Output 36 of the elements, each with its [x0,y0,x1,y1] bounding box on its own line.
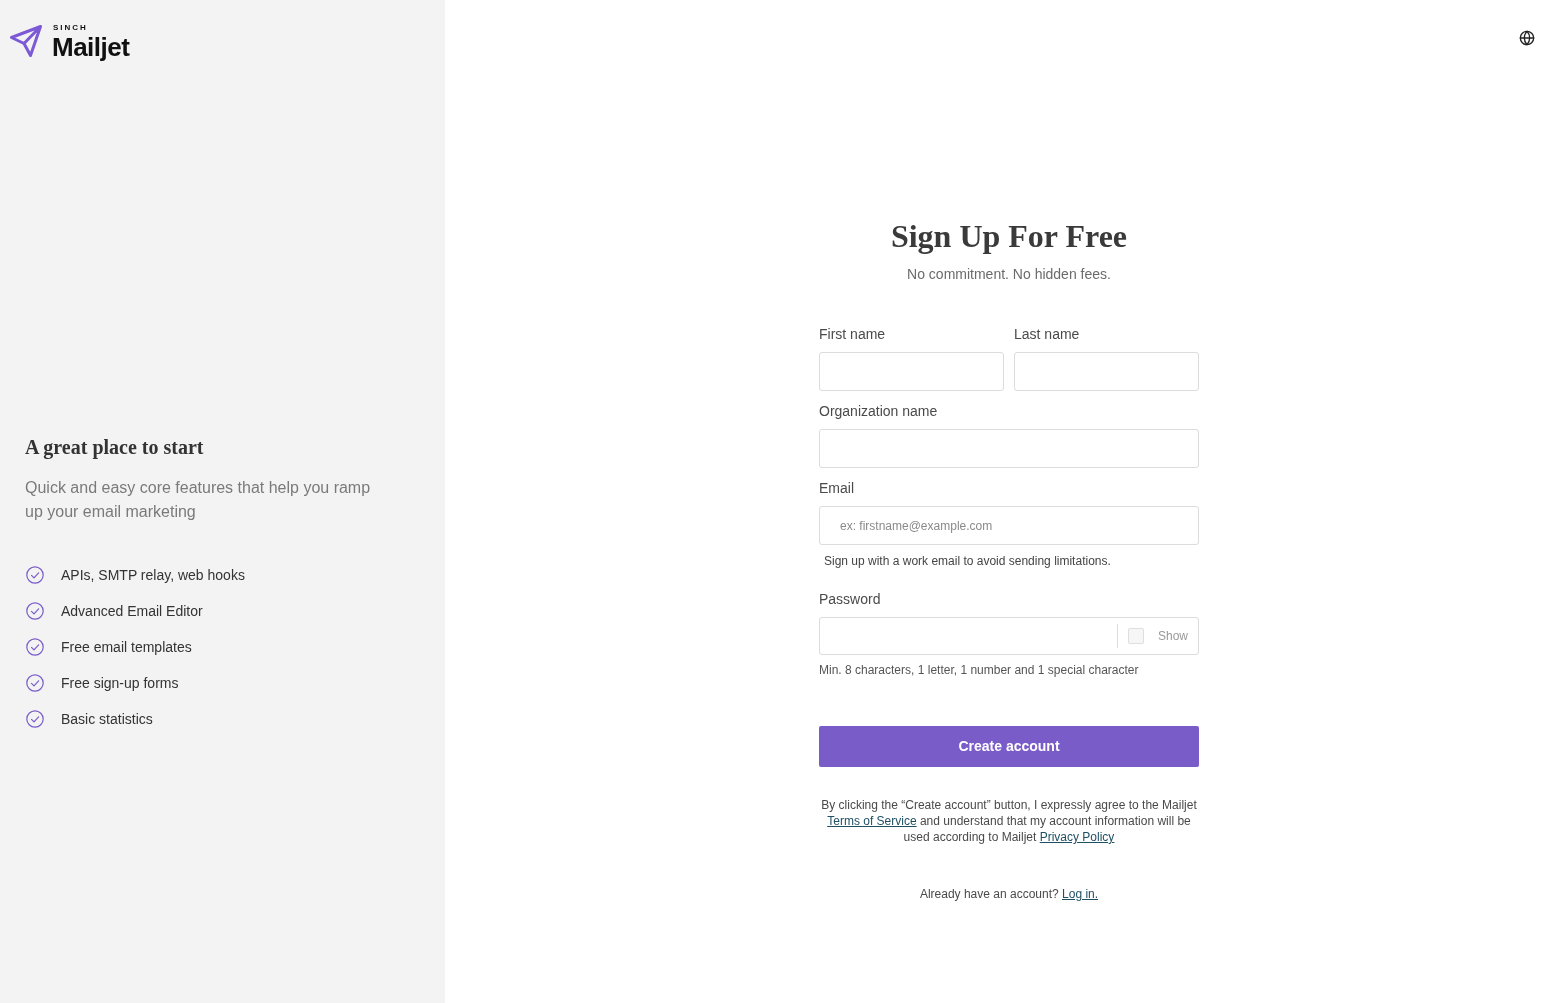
language-globe-icon[interactable] [1519,30,1535,46]
sidebar-heading: A great place to start [25,435,205,461]
logo-wordmark: Mailjet [52,33,130,61]
input-field[interactable]: ex: firstname@example.com [819,506,1199,545]
text-link[interactable]: Terms of Service [827,814,917,828]
check-circle-icon [26,710,44,728]
field-label: Organization name [819,402,939,421]
input-field[interactable] [1014,352,1199,391]
text-link[interactable]: Log in. [1062,887,1099,901]
password-hint: Min. 8 characters, 1 letter, 1 number and 1 special character [819,662,1140,678]
field-label: Password [819,590,882,609]
login-prompt: Already have an account? Log in. [918,886,1100,902]
field-label: Email [819,479,855,498]
check-circle-icon [26,638,44,656]
check-circle-icon [26,674,44,692]
logo-tagline: SINCH [53,23,88,33]
password-field[interactable] [819,617,1199,655]
feature-label: Free sign-up forms [61,674,179,693]
feature-label: Free email templates [61,638,192,657]
input-field[interactable] [819,429,1199,468]
feature-label: Basic statistics [61,710,153,729]
form-subtitle: No commitment. No hidden fees. [906,265,1112,284]
field-label: Last name [1014,325,1081,344]
create-account-button[interactable]: Create account [819,726,1199,767]
sidebar-description: Quick and easy core features that help you ramp up your email marketing [25,478,372,522]
email-hint: Sign up with a work email to avoid sending limitations. [824,553,1112,569]
check-circle-icon [26,602,44,620]
field-label: First name [819,325,887,344]
text-link[interactable]: Privacy Policy [1039,830,1115,844]
paper-plane-icon [10,25,42,57]
form-title: Sign Up For Free [889,217,1129,256]
check-circle-icon [26,566,44,584]
legal-notice: By clicking the “Create account” button, I expressly agree to the Mailjet Terms of Service and understand that my account information will be used according to Mailjet Privacy Policy [820,797,1198,845]
feature-label: APIs, SMTP relay, web hooks [61,566,245,585]
feature-label: Advanced Email Editor [61,602,203,621]
input-field[interactable] [819,352,1004,391]
